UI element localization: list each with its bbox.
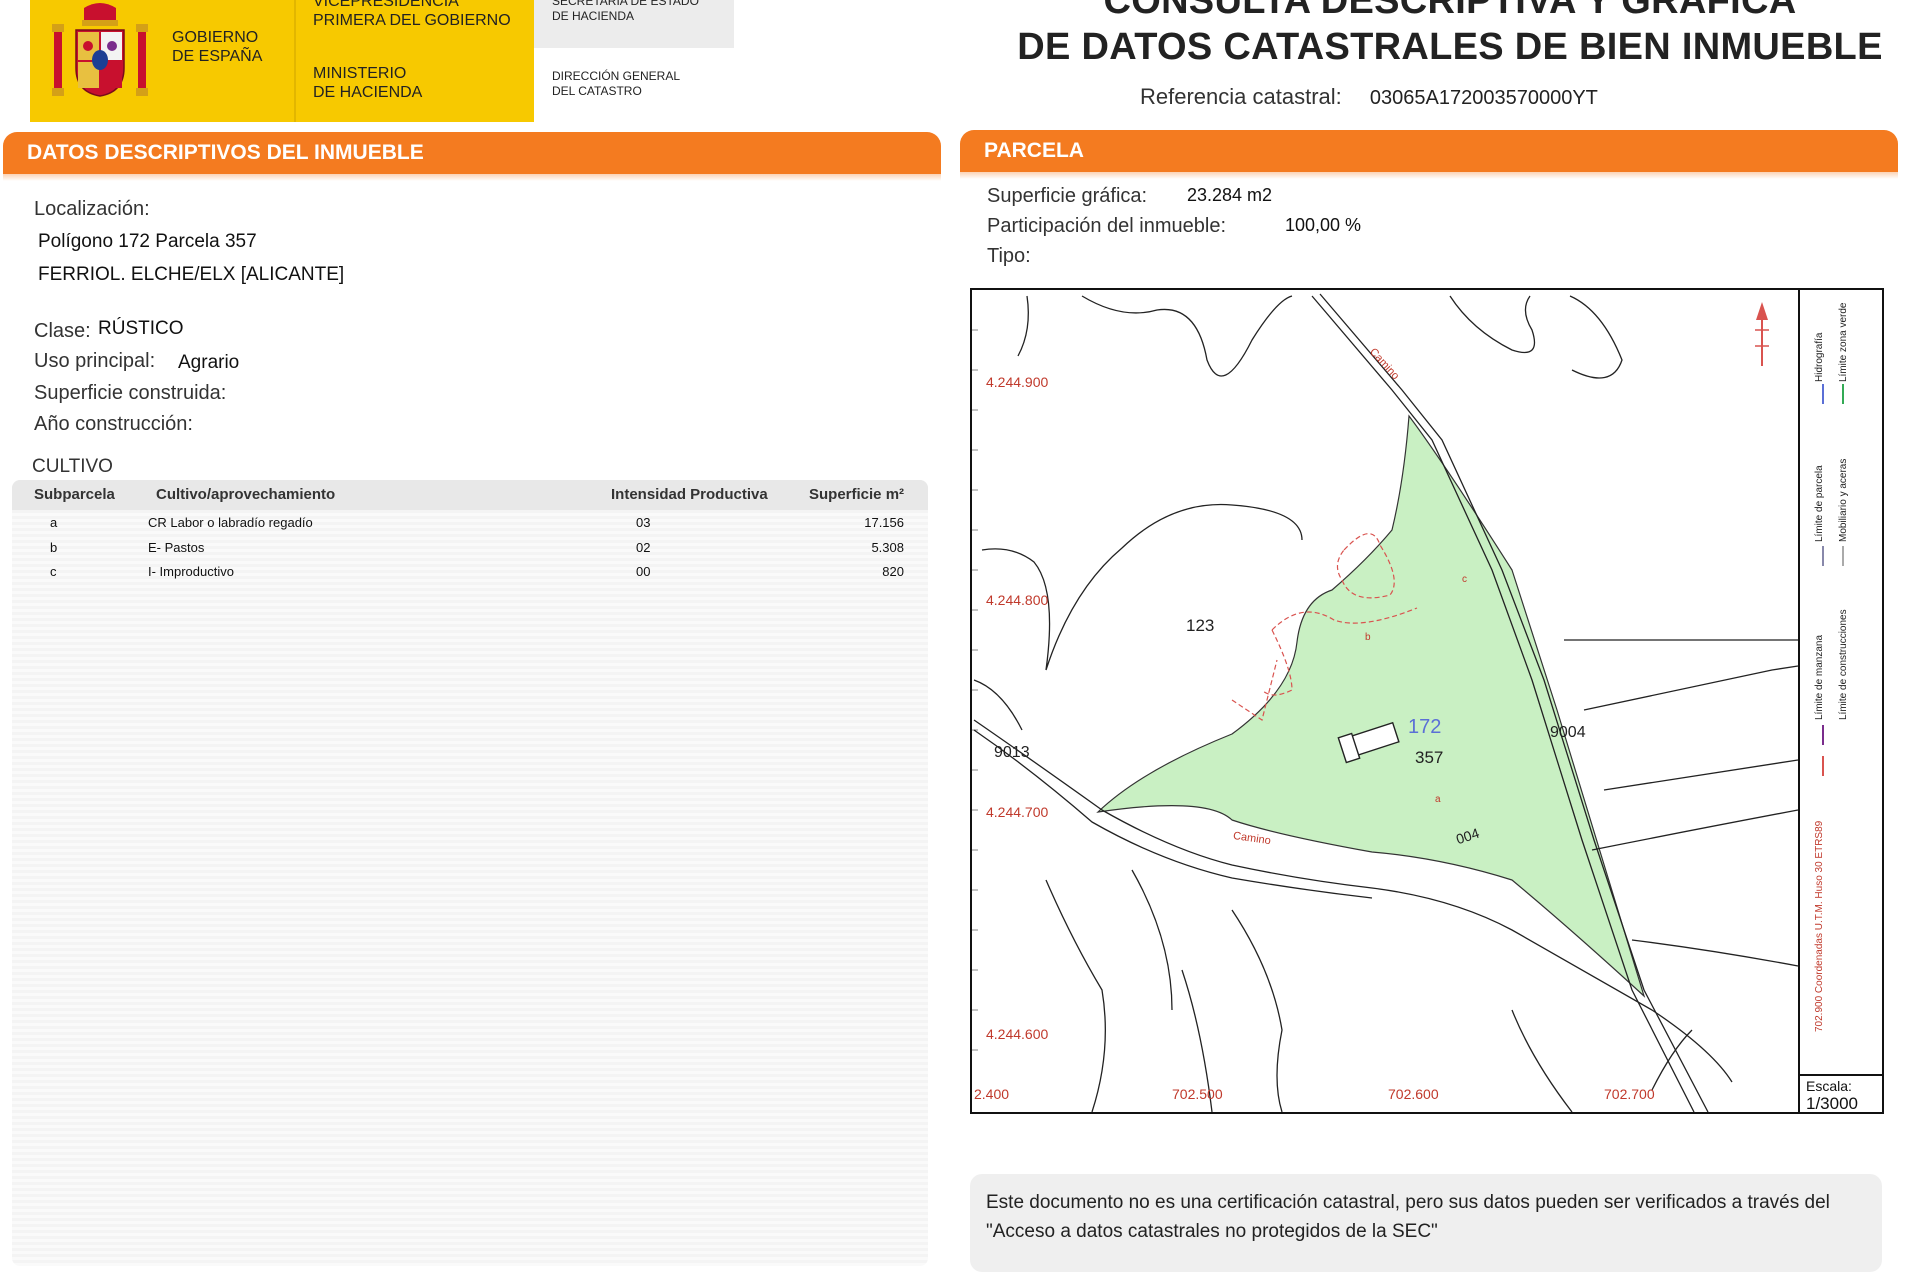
parcel-label-9013: 9013 xyxy=(994,744,1030,761)
cell-superficie: 17.156 xyxy=(864,515,904,530)
legend-item: Límite de manzana xyxy=(1814,634,1825,720)
col-superficie: Superficie m² xyxy=(809,486,905,503)
y-coordinate-label: 4.244.900 xyxy=(986,374,1049,390)
document-title-line2: DE DATOS CATASTRALES DE BIEN INMUEBLE xyxy=(1017,26,1883,68)
x-coordinate-label: 702.600 xyxy=(1388,1086,1439,1102)
scale-box: Escala: 1/3000 xyxy=(1800,1074,1882,1113)
cell-subparcela: b xyxy=(50,540,58,555)
superficie-grafica-value: 23.284 m2 xyxy=(1187,185,1273,205)
cell-cultivo: I- Improductivo xyxy=(148,564,234,579)
parcel-label-9004: 9004 xyxy=(1550,724,1586,741)
document-title-line1: CONSULTA DESCRIPTIVA Y GRÁFICA xyxy=(1103,0,1797,22)
gobierno-espana-text: Gobierno de España xyxy=(172,29,263,65)
parcel-label-357[interactable]: 357 xyxy=(1415,748,1443,768)
parcel-label-172[interactable]: 172 xyxy=(1408,716,1441,739)
cell-superficie: 820 xyxy=(882,564,904,579)
ref-value: 03065A172003570000YT xyxy=(1369,87,1598,109)
localizacion-line2: FERRIOL. ELCHE/ELX [ALICANTE] xyxy=(38,264,345,285)
superficie-grafica-label: Superficie gráfica: xyxy=(987,185,1148,207)
datos-descriptivos-header: DATOS DESCRIPTIVOS DEL INMUEBLE xyxy=(3,132,941,181)
x-coordinate-label: 2.400 xyxy=(974,1086,1010,1102)
legend-item: Mobiliario y aceras xyxy=(1838,458,1849,542)
y-coordinate-label: 4.244.800 xyxy=(986,592,1049,608)
col-cultivo: Cultivo/aprovechamiento xyxy=(156,486,336,503)
map-ticks xyxy=(972,329,978,1051)
superficie-construida-label: Superficie construida: xyxy=(34,382,227,404)
parcel-label-123: 123 xyxy=(1186,616,1215,635)
table-header: Subparcela Cultivo/aprovechamiento Inten… xyxy=(12,480,928,510)
cell-superficie: 5.308 xyxy=(871,540,904,555)
banner-divider xyxy=(294,0,296,122)
y-coordinate-label: 4.244.600 xyxy=(986,1026,1049,1042)
cell-intensidad: 02 xyxy=(636,540,651,555)
subparcel-label-a: a xyxy=(1435,794,1441,805)
anio-construccion-label: Año construcción: xyxy=(34,413,193,435)
cultivo-title: CULTIVO xyxy=(32,456,113,477)
parcela-header: PARCELA xyxy=(960,130,1898,179)
table-row: a CR Labor o labradío regadío 03 17.156 xyxy=(12,513,928,537)
col-subparcela: Subparcela xyxy=(34,486,115,503)
cultivo-table: Subparcela Cultivo/aprovechamiento Inten… xyxy=(12,480,928,1266)
participacion-value: 100,00 % xyxy=(1285,215,1362,235)
legend-item: Límite de parcela xyxy=(1814,465,1825,542)
cell-subparcela: c xyxy=(50,564,57,579)
cell-intensidad: 03 xyxy=(636,515,651,530)
referencia-catastral: Referencia catastral: 03065A172003570000… xyxy=(1140,84,1598,110)
legend-item: Límite zona verde xyxy=(1838,302,1849,383)
col-intensidad: Intensidad Productiva xyxy=(611,486,768,503)
table-row: c I- Improductivo 00 820 xyxy=(12,562,928,586)
y-coordinate-label: 4.244.700 xyxy=(986,804,1049,820)
direccion-catastro-text: Dirección General del Catastro xyxy=(552,69,681,98)
disclaimer-note: Este documento no es una certificación c… xyxy=(970,1174,1882,1272)
localizacion-line1: Polígono 172 Parcela 357 xyxy=(38,231,257,252)
participacion-label: Participación del inmueble: xyxy=(987,215,1227,237)
scale-label: Escala: xyxy=(1806,1078,1852,1094)
coat-of-arms-icon xyxy=(52,3,148,97)
uso-principal-label: Uso principal: xyxy=(34,350,156,372)
legend-divider xyxy=(1798,290,1800,1112)
secretaria-text: Secretaría de Estado de Hacienda xyxy=(552,0,699,23)
uso-principal-value: Agrario xyxy=(178,352,240,373)
ref-label: Referencia catastral: xyxy=(1140,84,1342,109)
vicepresidencia-text: Vicepresidencia Primera del Gobierno xyxy=(313,0,511,29)
parcel-map[interactable]: 4.244.900 4.244.800 4.244.700 4.244.600 2.40… xyxy=(970,288,1884,1114)
cell-cultivo: CR Labor o labradío regadío xyxy=(148,515,313,530)
legend-item: Hidrografía xyxy=(1814,332,1825,382)
north-arrow-icon xyxy=(1755,302,1769,366)
cell-cultivo: E- Pastos xyxy=(148,540,205,555)
x-coordinate-label: 702.500 xyxy=(1172,1086,1223,1102)
utm-coordinates-note: 702.900 Coordenadas U.T.M. Huso 30 ETRS8… xyxy=(1814,820,1825,1032)
map-drawing xyxy=(972,293,1844,1112)
localizacion-label: Localización: xyxy=(34,198,150,220)
subparcel-label-b: b xyxy=(1365,632,1371,643)
parcel-357-area[interactable] xyxy=(1096,414,1646,998)
table-row: b E- Pastos 02 5.308 xyxy=(12,538,928,562)
clase-label: Clase: xyxy=(34,320,91,342)
subparcel-label-c: c xyxy=(1462,574,1467,585)
scale-value: 1/3000 xyxy=(1806,1094,1858,1113)
cell-intensidad: 00 xyxy=(636,564,651,579)
tipo-label: Tipo: xyxy=(987,245,1031,267)
clase-value: RÚSTICO xyxy=(98,318,184,339)
ministerio-text: Ministerio de Hacienda xyxy=(313,65,423,101)
legend-item: Límite de construcciones xyxy=(1838,609,1849,720)
x-coordinate-label: 702.700 xyxy=(1604,1086,1655,1102)
cell-subparcela: a xyxy=(50,515,58,530)
